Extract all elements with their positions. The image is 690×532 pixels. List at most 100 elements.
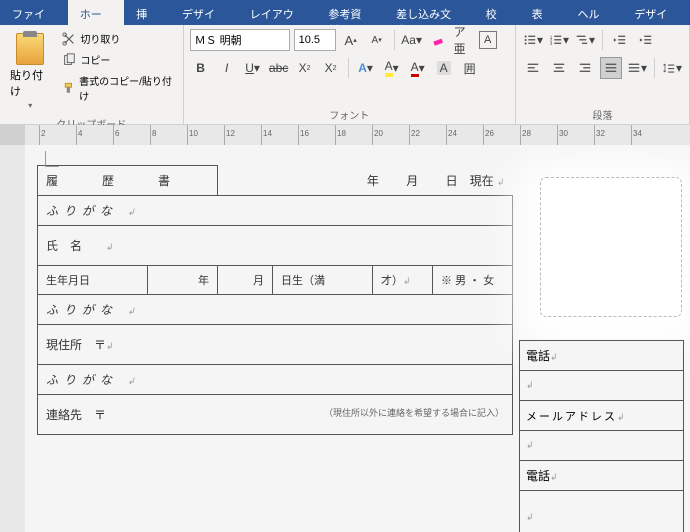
contact-side-table[interactable]: 電話↲ ↲ メールアドレス↲ ↲ 電話↲ ↲ — [519, 340, 684, 532]
scissors-icon — [62, 32, 76, 46]
vertical-ruler[interactable] — [0, 145, 25, 532]
font-group-label: フォント — [190, 105, 509, 122]
furigana-name[interactable]: ふりがな ↲ — [38, 196, 513, 226]
postal-mark: 〒 — [94, 338, 106, 352]
format-painter-label: 書式のコピー/貼り付け — [79, 73, 172, 103]
multilevel-button[interactable]: ▾ — [574, 29, 596, 51]
font-size-select[interactable] — [294, 29, 336, 51]
sex-cell[interactable]: ※ 男 ・ 女 — [433, 266, 513, 295]
menu-references[interactable]: 参考資料 — [316, 0, 384, 25]
phone1-cell[interactable]: 電話↲ — [520, 341, 684, 371]
menu-layout[interactable]: レイアウト — [238, 0, 317, 25]
align-left-icon — [526, 61, 540, 75]
menu-help[interactable]: ヘルプ — [565, 0, 622, 25]
phone2-blank[interactable]: ↲ — [520, 491, 684, 532]
bullets-button[interactable]: ▾ — [522, 29, 544, 51]
align-justify-button[interactable] — [600, 57, 622, 79]
date-cell[interactable]: 年 月 日 現在 ↲ — [218, 166, 513, 196]
increase-indent-button[interactable] — [635, 29, 657, 51]
strikethrough-button[interactable]: abc — [268, 57, 290, 79]
email-blank[interactable]: ↲ — [520, 431, 684, 461]
name-cell[interactable]: 氏 名 ↲ — [38, 226, 513, 266]
menu-mailmerge[interactable]: 差し込み文書 — [384, 0, 474, 25]
furigana-address[interactable]: ふりがな ↲ — [38, 295, 513, 325]
format-painter-button[interactable]: 書式のコピー/貼り付け — [58, 71, 176, 105]
menu-view[interactable]: 表示 — [520, 0, 566, 25]
align-center-icon — [552, 61, 566, 75]
menu-file[interactable]: ファイル — [0, 0, 68, 25]
grow-font-button[interactable]: A▴ — [340, 29, 362, 51]
sex-mark: ※ — [441, 275, 452, 287]
dob-year[interactable]: 年 — [148, 266, 218, 295]
superscript-button[interactable]: X2 — [320, 57, 342, 79]
underline-button[interactable]: U▾ — [242, 57, 264, 79]
resume-title-cell[interactable]: 履 歴 書 — [38, 166, 218, 196]
text-effects-button[interactable]: A▾ — [355, 57, 377, 79]
horizontal-ruler[interactable]: 246810121416182022242628303234 — [0, 125, 690, 145]
dob-month[interactable]: 月 — [218, 266, 273, 295]
cut-label: 切り取り — [80, 31, 120, 46]
date-day: 日 — [446, 174, 458, 188]
phone2-cell[interactable]: 電話↲ — [520, 461, 684, 491]
bullets-icon — [523, 33, 537, 47]
page-canvas[interactable]: 履 歴 書 年 月 日 現在 ↲ ふりがな ↲ 氏 名 ↲ 生年月日 年 月 日… — [25, 145, 690, 532]
phonetic-guide-button[interactable]: ア亜 — [453, 29, 475, 51]
sex-sep: ・ — [469, 275, 480, 287]
copy-icon — [62, 53, 76, 67]
email-cell[interactable]: メールアドレス↲ — [520, 401, 684, 431]
date-year: 年 — [367, 174, 379, 188]
date-now: 現在 — [470, 174, 494, 188]
clipboard-icon — [16, 33, 44, 65]
italic-button[interactable]: I — [216, 57, 238, 79]
change-case-button[interactable]: Aa▾ — [401, 29, 423, 51]
indent-icon — [639, 33, 653, 47]
dob-age[interactable]: 才）↲ — [373, 266, 433, 295]
multilevel-icon — [575, 33, 589, 47]
paste-label: 貼り付け — [10, 67, 50, 99]
decrease-indent-button[interactable] — [609, 29, 631, 51]
address-cell[interactable]: 現住所 〒↲ — [38, 325, 513, 365]
phone1-blank[interactable]: ↲ — [520, 371, 684, 401]
photo-placeholder[interactable] — [540, 177, 682, 317]
furigana-contact[interactable]: ふりがな ↲ — [38, 365, 513, 395]
menu-tabledesign[interactable]: デザイン — [622, 0, 690, 25]
distribute-button[interactable]: ▾ — [626, 57, 648, 79]
highlight-button[interactable]: A▾ — [381, 57, 403, 79]
menu-design[interactable]: デザイン — [170, 0, 238, 25]
align-left-button[interactable] — [522, 57, 544, 79]
contact-cell[interactable]: 連絡先 〒 （現住所以外に連絡を希望する場合に記入） — [38, 395, 513, 435]
resume-table[interactable]: 履 歴 書 年 月 日 現在 ↲ ふりがな ↲ 氏 名 ↲ 生年月日 年 月 日… — [37, 165, 513, 435]
align-right-icon — [578, 61, 592, 75]
subscript-button[interactable]: X2 — [294, 57, 316, 79]
outdent-icon — [613, 33, 627, 47]
menu-review[interactable]: 校閲 — [474, 0, 520, 25]
clear-format-button[interactable] — [427, 29, 449, 51]
enclose-char-button[interactable]: A — [479, 31, 497, 49]
shrink-font-button[interactable]: A▾ — [366, 29, 388, 51]
brush-icon — [62, 81, 75, 95]
line-spacing-button[interactable]: ▾ — [661, 57, 683, 79]
char-border-button[interactable]: 囲 — [459, 57, 481, 79]
font-color-button[interactable]: A▾ — [407, 57, 429, 79]
align-right-button[interactable] — [574, 57, 596, 79]
align-center-button[interactable] — [548, 57, 570, 79]
align-justify-icon — [604, 61, 618, 75]
numbering-button[interactable]: 123▾ — [548, 29, 570, 51]
dob-label[interactable]: 生年月日 — [38, 266, 148, 295]
sex-female: 女 — [483, 275, 494, 287]
paste-button[interactable]: 貼り付け ▾ — [6, 29, 54, 114]
menubar: ファイル ホーム 挿入 デザイン レイアウト 参考資料 差し込み文書 校閲 表示… — [0, 0, 690, 25]
cursor-indicator — [45, 151, 59, 167]
char-shading-button[interactable]: A — [433, 57, 455, 79]
bold-button[interactable]: B — [190, 57, 212, 79]
chevron-down-icon: ▾ — [28, 101, 32, 110]
postal-mark-2: 〒 — [94, 408, 106, 422]
cut-button[interactable]: 切り取り — [58, 29, 176, 48]
dob-day[interactable]: 日生（満 — [273, 266, 373, 295]
font-name-select[interactable] — [190, 29, 290, 51]
copy-button[interactable]: コピー — [58, 50, 176, 69]
menu-home[interactable]: ホーム — [68, 0, 124, 25]
eraser-icon — [431, 33, 445, 47]
menu-insert[interactable]: 挿入 — [124, 0, 170, 25]
right-pane: 電話↲ ↲ メールアドレス↲ ↲ 電話↲ ↲ — [540, 145, 690, 532]
